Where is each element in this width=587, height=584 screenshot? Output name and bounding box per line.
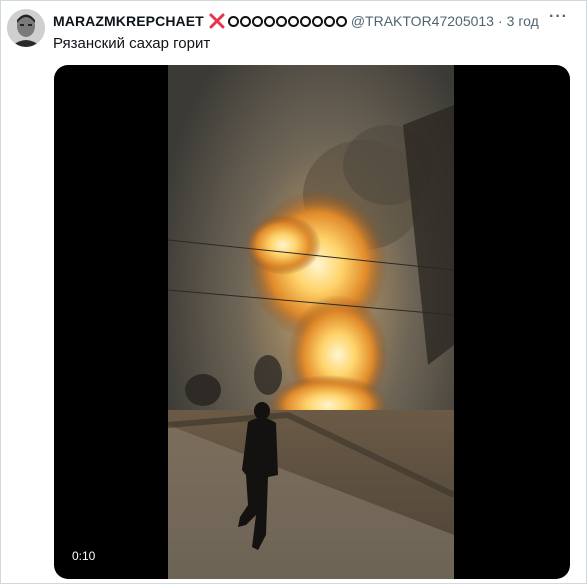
tweet-header: MARAZMKREPCHAET @TRAKTOR47205013 · 3 год — [53, 12, 539, 30]
more-options-icon[interactable]: ··· — [549, 8, 568, 26]
tweet-card[interactable]: MARAZMKREPCHAET @TRAKTOR47205013 · 3 год… — [0, 0, 587, 584]
timestamp[interactable]: 3 год — [507, 13, 539, 29]
author-handle[interactable]: @TRAKTOR47205013 — [351, 13, 494, 29]
video-duration: 0:10 — [67, 547, 101, 565]
avatar-image — [7, 9, 45, 47]
avatar[interactable] — [7, 9, 45, 47]
video-frame[interactable] — [168, 65, 454, 579]
separator-dot: · — [497, 13, 503, 29]
red-x-icon — [209, 13, 225, 29]
name-decoration-glyphs — [227, 15, 347, 27]
author-name[interactable]: MARAZMKREPCHAET — [53, 13, 204, 29]
fire-scene-image — [168, 65, 454, 579]
video-player[interactable]: 0:10 — [54, 65, 570, 579]
tweet-text: Рязанский сахар горит — [53, 35, 211, 52]
